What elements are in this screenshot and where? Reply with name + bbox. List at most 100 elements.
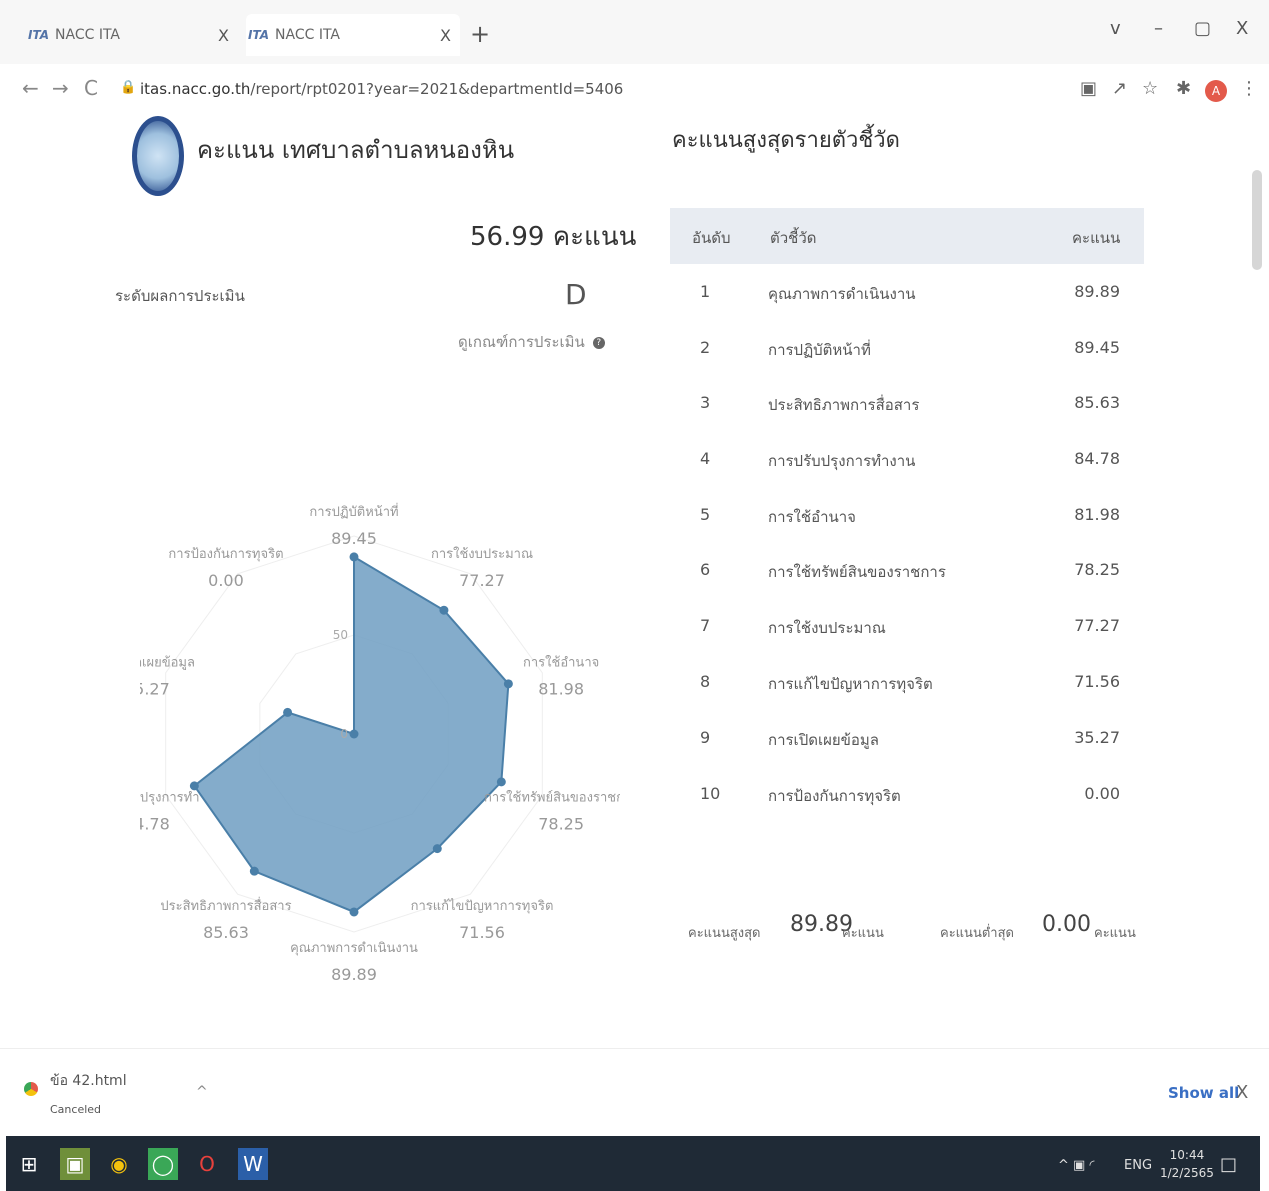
radar-point[interactable] [189,781,199,791]
indicator-cell: การใช้ทรัพย์สินของราชการ [768,563,946,581]
rank-cell: 4 [700,449,711,468]
rank-cell: 10 [700,784,721,803]
assessment-level-value: D [565,278,587,311]
column-header-rank: อันดับ [692,229,731,247]
minimize-button[interactable]: – [1154,18,1163,39]
table-row: 10 การป้องกันการทุจริต 0.00 [670,766,1144,822]
translate-icon[interactable]: ▣ [1080,78,1097,99]
url-field[interactable]: itas.nacc.go.th/report/rpt0201?year=2021… [140,80,623,98]
close-tab-icon[interactable]: X [218,26,229,45]
clock-time: 10:44 [1169,1148,1205,1162]
radar-point[interactable] [283,707,293,717]
organization-logo [132,116,184,196]
radar-point[interactable] [349,907,359,917]
radar-category-label: การป้องกันการทุจริต [168,547,283,562]
reload-icon[interactable]: C [84,76,98,100]
rank-cell: 8 [700,672,711,691]
score-cell: 78.25 [1074,560,1120,579]
radar-value-label: 35.27 [140,680,170,699]
radar-point[interactable] [439,605,449,615]
score-cell: 71.56 [1074,672,1120,691]
table-row: 6 การใช้ทรัพย์สินของราชการ 78.25 [670,542,1144,598]
score-cell: 89.45 [1074,338,1120,357]
lock-icon[interactable]: 🔒 [120,80,136,95]
table-row: 4 การปรับปรุงการทำงาน 84.78 [670,431,1144,487]
opera-app-icon[interactable]: O [192,1148,222,1180]
line-app-icon[interactable]: ◯ [148,1148,178,1180]
taskbar-clock[interactable]: 10:44 1/2/2565 [1160,1146,1214,1182]
column-header-indicator: ตัวชี้วัด [770,229,817,247]
menu-kebab-icon[interactable]: ⋮ [1240,78,1258,99]
radar-point[interactable] [249,866,259,876]
max-score-label: คะแนนสูงสุด [688,926,761,941]
question-circle-icon[interactable]: ? [592,336,605,349]
radar-axis-tick: 0 [340,727,348,741]
radar-category-label: การใช้อำนาจ [523,655,599,671]
view-criteria-link[interactable]: ดูเกณฑ์การประเมิน? [458,330,605,354]
radar-category-label: ประสิทธิภาพการสื่อสาร [160,897,291,914]
profile-avatar[interactable]: A [1205,80,1227,102]
rank-cell: 1 [700,282,711,301]
table-row: 3 ประสิทธิภาพการสื่อสาร 85.63 [670,375,1144,431]
chrome-file-icon [24,1082,38,1096]
table-row: 8 การแก้ไขปัญหาการทุจริต 71.56 [670,654,1144,710]
indicator-cell: การปรับปรุงการทำงาน [768,452,916,470]
indicator-cell: การใช้งบประมาณ [768,619,886,637]
radar-value-label: 78.25 [538,814,584,833]
score-cell: 84.78 [1074,449,1120,468]
close-download-bar-icon[interactable]: X [1236,1082,1248,1103]
radar-category-label: การแก้ไขปัญหาการทุจริต [411,898,554,914]
show-all-link[interactable]: Show all [1168,1084,1239,1102]
windows-start-icon[interactable]: ⊞ [14,1148,44,1180]
share-icon[interactable]: ↗ [1112,78,1127,99]
total-score: 56.99 คะแนน [470,222,637,252]
url-path: /report/rpt0201?year=2021&departmentId=5… [250,80,624,98]
radar-value-label: 89.89 [331,965,377,984]
browser-tab-2-active[interactable]: ITA NACC ITA X [246,14,460,56]
close-tab-icon[interactable]: X [440,26,451,45]
back-arrow-icon[interactable]: ← [22,76,39,100]
radar-chart: การปฏิบัติหน้าที่ 89.45 การใช้งบประมาณ 77.2… [140,503,620,984]
radar-point[interactable] [496,777,506,787]
table-row: 9 การเปิดเผยข้อมูล 35.27 [670,710,1144,766]
download-options-chevron-icon[interactable]: ^ [196,1084,208,1100]
extensions-puzzle-icon[interactable]: ✱ [1176,78,1191,99]
clock-date: 1/2/2565 [1160,1166,1214,1180]
rank-cell: 9 [700,728,711,747]
restore-button[interactable]: ▢ [1194,18,1211,39]
bookmark-star-icon[interactable]: ☆ [1142,78,1158,99]
column-header-score: คะแนน [1072,229,1121,247]
radar-point[interactable] [349,552,359,562]
indicator-cell: การใช้อำนาจ [768,508,856,526]
radar-category-label: คุณภาพการดำเนินงาน [290,941,418,956]
system-tray-icons[interactable]: ^ ▣ ◜ [1058,1158,1094,1173]
tab-label: NACC ITA [55,27,120,43]
download-status: Canceled [50,1103,102,1116]
indicator-cell: คุณภาพการดำเนินงาน [768,285,916,303]
tab-search-chevron-icon[interactable]: v [1110,18,1121,39]
max-score-unit: คะแนน [842,926,884,941]
radar-point[interactable] [432,844,442,854]
table-row: 2 การปฏิบัติหน้าที่ 89.45 [670,320,1144,376]
indicator-cell: การป้องกันการทุจริต [768,787,901,805]
chrome-app-icon[interactable]: ◉ [104,1148,134,1180]
indicator-cell: ประสิทธิภาพการสื่อสาร [768,396,920,414]
indicator-cell: การปฏิบัติหน้าที่ [768,341,871,359]
download-file-name[interactable]: ข้อ 42.html [50,1070,127,1092]
page-scrollbar[interactable] [1252,170,1262,270]
new-tab-button[interactable]: + [470,20,490,48]
indicator-cell: การเปิดเผยข้อมูล [768,731,879,749]
close-window-button[interactable]: X [1236,18,1248,39]
forward-arrow-icon[interactable]: → [52,76,69,100]
table-row: 7 การใช้งบประมาณ 77.27 [670,598,1144,654]
radar-point[interactable] [349,729,359,739]
radar-point[interactable] [503,679,513,689]
ita-favicon-icon: ITA [248,28,270,42]
language-indicator[interactable]: ENG [1124,1158,1152,1173]
score-cell: 0.00 [1084,784,1120,803]
url-host: itas.nacc.go.th [140,80,251,98]
file-explorer-app-icon[interactable]: ▣ [60,1148,90,1180]
word-app-icon[interactable]: W [238,1148,268,1180]
notification-icon[interactable]: □ [1220,1154,1237,1175]
browser-tab-1[interactable]: ITA NACC ITA X [28,14,238,56]
